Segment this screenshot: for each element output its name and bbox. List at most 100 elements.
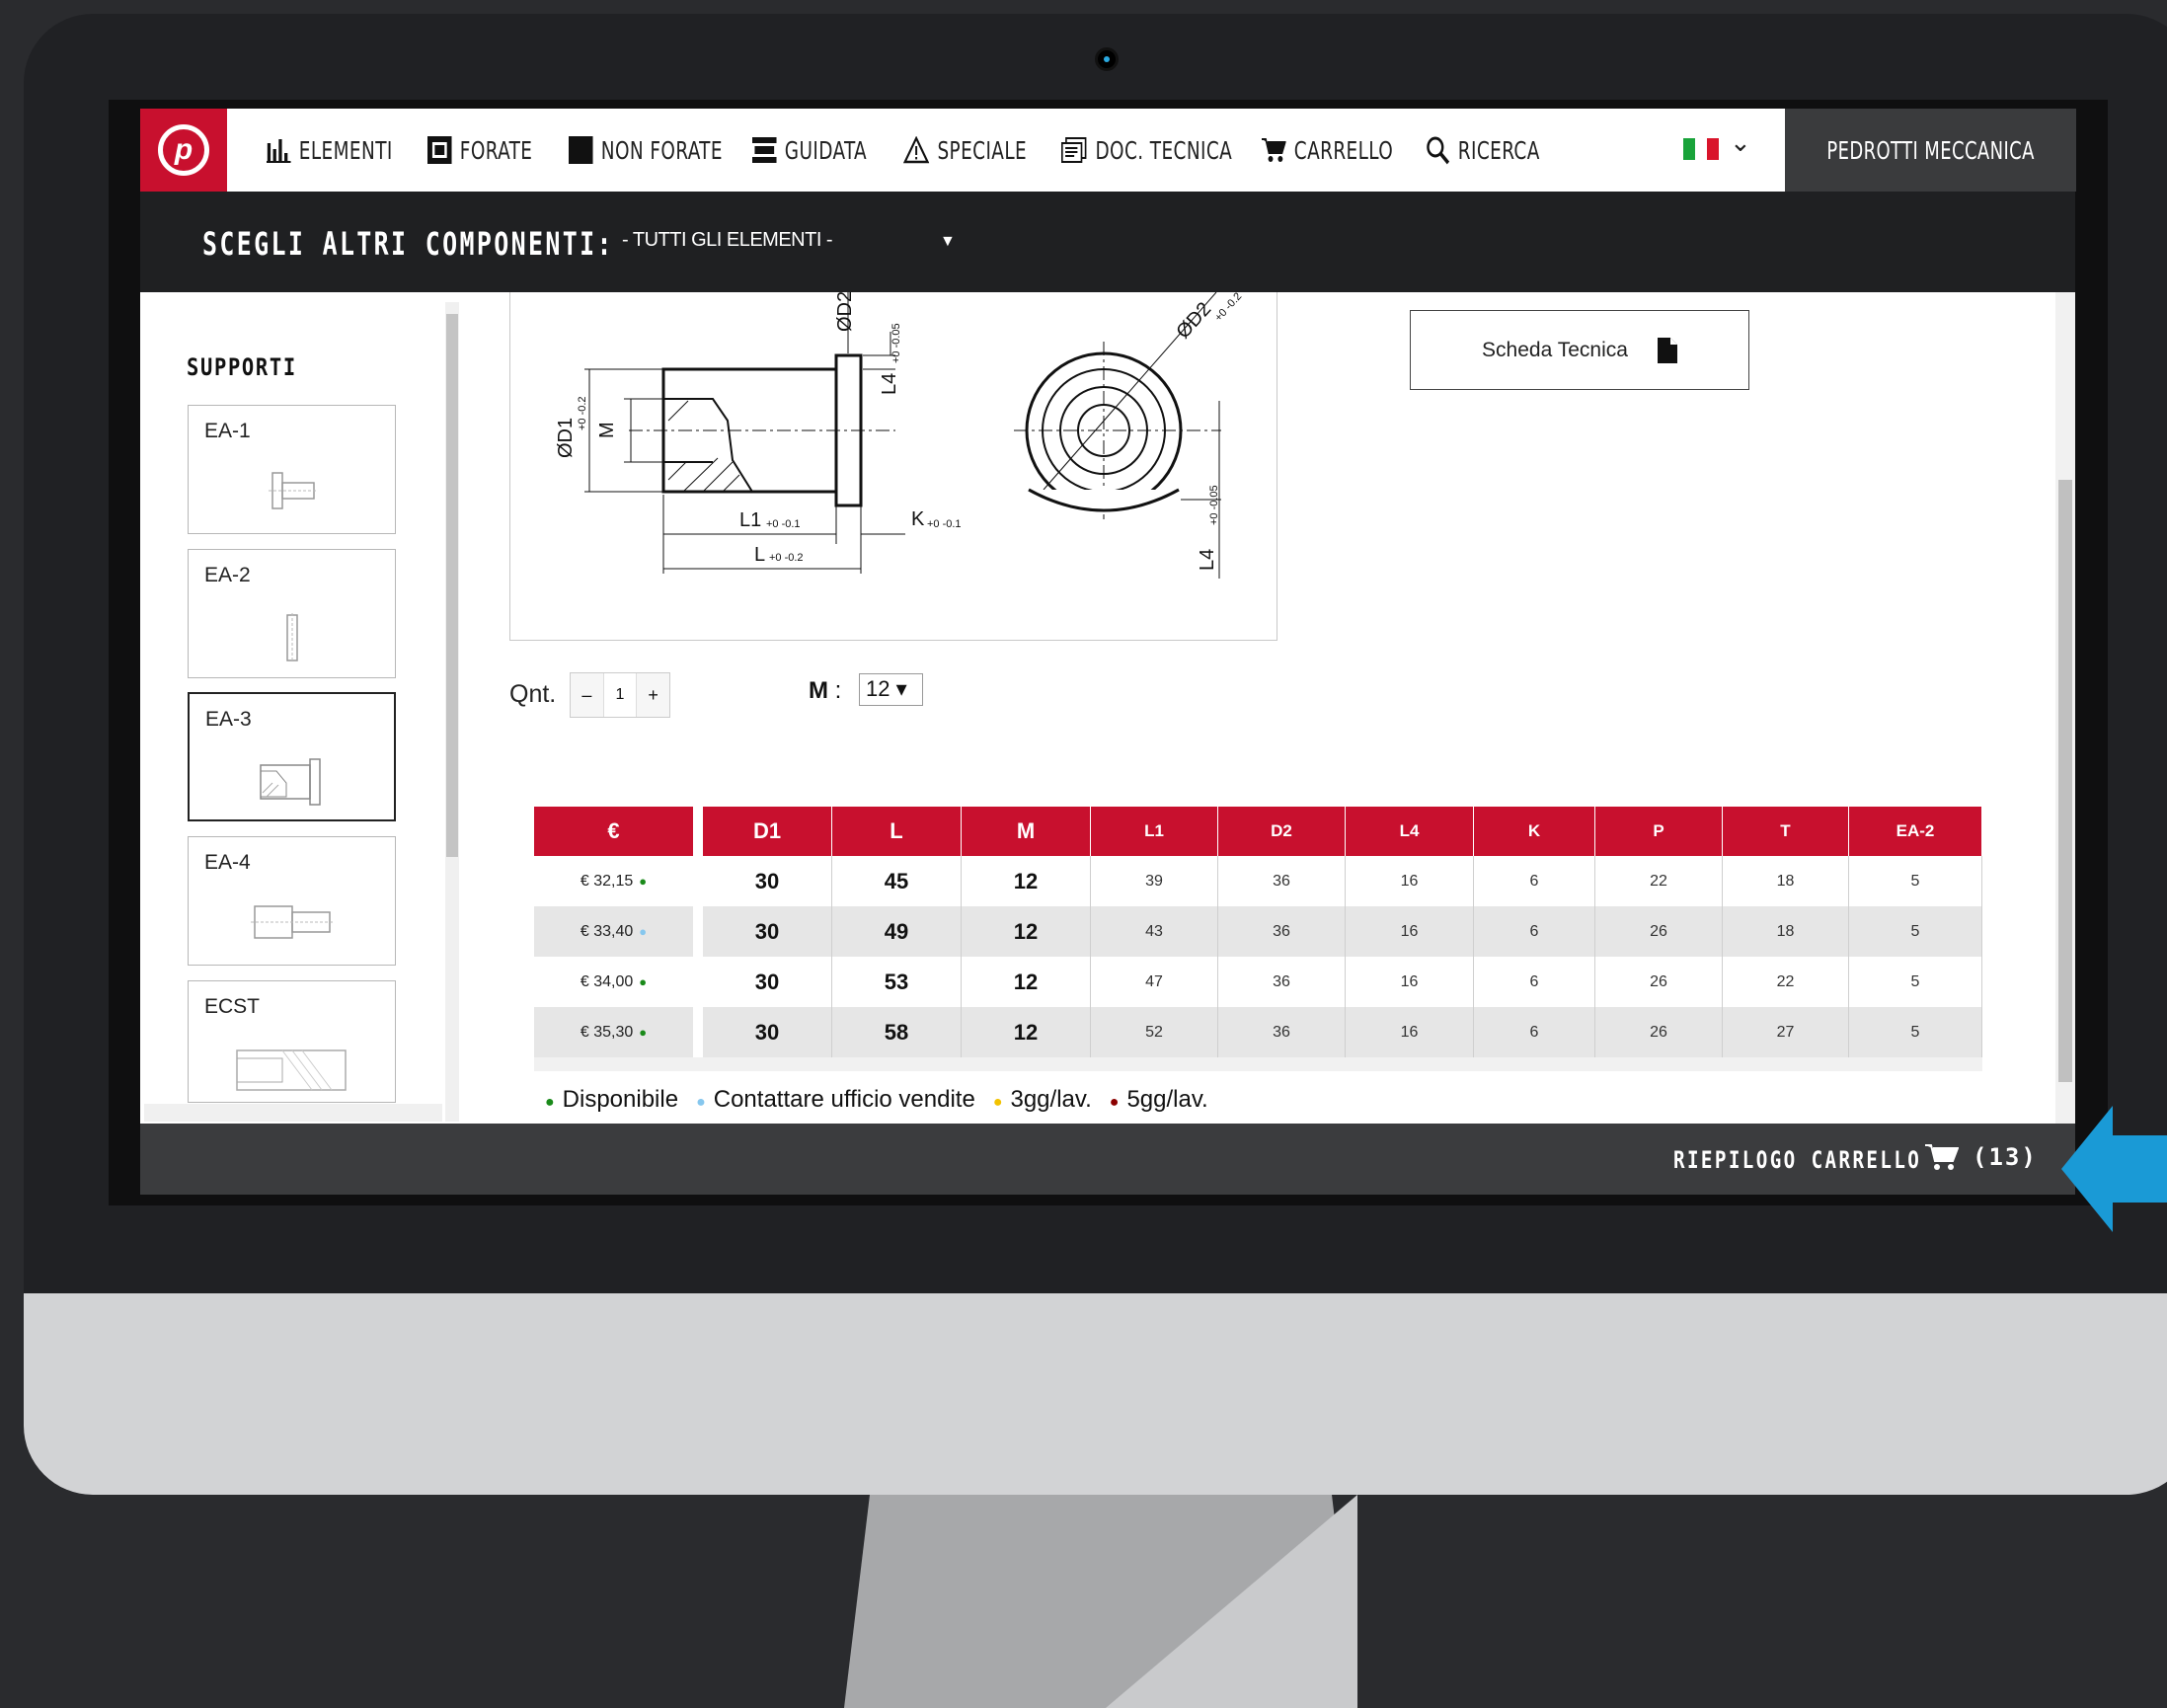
dim-d1: ØD1 xyxy=(555,418,577,458)
dropdown-arrow-icon[interactable]: ▼ xyxy=(940,233,956,251)
table-cell: 52 xyxy=(1091,1007,1218,1057)
technical-drawing: ØD2 ØD1 M L4 L1 K L ØD2 L4 +0 -0.2 +0 -0… xyxy=(509,292,1277,641)
dim-l4-side: L4 xyxy=(1197,549,1218,571)
monitor-chin xyxy=(24,1293,2167,1495)
sidebar-scrollbar[interactable] xyxy=(445,302,459,1122)
table-cell: 5 xyxy=(1849,856,1982,906)
nav-item-doc-tecnica[interactable]: DOC. TECNICA xyxy=(1061,109,1232,192)
qty-minus-button[interactable]: – xyxy=(571,673,603,717)
nav-item-forate[interactable]: FORATE xyxy=(427,109,532,192)
stack-icon xyxy=(752,137,777,163)
nav-item-elementi[interactable]: ELEMENTI xyxy=(267,109,393,192)
frame-icon xyxy=(427,136,452,164)
drawing-svg: ØD2 ØD1 M L4 L1 K L ØD2 L4 +0 -0.2 +0 -0… xyxy=(555,292,1244,579)
table-cell: 16 xyxy=(1346,1007,1474,1057)
logo[interactable]: p xyxy=(140,109,227,192)
table-cell: 12 xyxy=(962,957,1091,1007)
legend-item: ● Disponibile xyxy=(545,1086,678,1114)
table-cell: 6 xyxy=(1474,957,1595,1007)
nav-item-ricerca[interactable]: RICERCA xyxy=(1426,109,1540,192)
brand-button[interactable]: PEDROTTI MECCANICA xyxy=(1785,109,2076,192)
component-select[interactable]: - TUTTI GLI ELEMENTI - xyxy=(622,229,833,252)
qty-value[interactable]: 1 xyxy=(602,673,638,717)
cart-icon xyxy=(1925,1144,1959,1170)
table-cell: 12 xyxy=(962,1007,1091,1057)
price-cell[interactable]: € 35,30 ● xyxy=(534,1007,693,1057)
table-cell: 30 xyxy=(703,856,832,906)
price-cell[interactable]: € 34,00 ● xyxy=(534,957,693,1007)
price-value: € 35,30 xyxy=(580,1023,634,1041)
legend-dot-icon: ● xyxy=(992,1094,1003,1111)
sidebar-horizontal-scrollbar[interactable] xyxy=(144,1104,442,1122)
table-cell: 26 xyxy=(1595,906,1723,957)
table-header: P xyxy=(1595,807,1722,856)
ecst-thumbnail xyxy=(235,1049,347,1091)
nav-item-carrello[interactable]: CARRELLO xyxy=(1262,109,1393,192)
sidebar-title: SUPPORTI xyxy=(187,353,297,381)
price-cell[interactable]: € 33,40 ● xyxy=(534,906,693,957)
table-cell: 5 xyxy=(1849,957,1982,1007)
sidebar-item-label: EA-4 xyxy=(204,851,251,874)
nav-label: FORATE xyxy=(459,135,533,165)
table-cell: 6 xyxy=(1474,856,1595,906)
m-select[interactable]: 12 ▾ xyxy=(859,673,923,706)
sidebar-item-ea-1[interactable]: EA-1 xyxy=(188,405,396,534)
table-cell: 43 xyxy=(1091,906,1218,957)
availability-dot-icon: ● xyxy=(639,1025,648,1040)
table-cell: 22 xyxy=(1723,957,1849,1007)
callout-arrow-icon xyxy=(2061,1106,2167,1232)
table-header: L xyxy=(832,807,961,856)
table-cell: 36 xyxy=(1218,1007,1346,1057)
table-header: D2 xyxy=(1218,807,1345,856)
nav-label: DOC. TECNICA xyxy=(1095,135,1233,165)
nav-item-guidata[interactable]: GUIDATA xyxy=(752,109,867,192)
page-scrollbar[interactable] xyxy=(2055,292,2075,1124)
legend-label: 5gg/lav. xyxy=(1126,1086,1208,1113)
italian-flag-icon[interactable] xyxy=(1683,138,1719,160)
table-cell: 45 xyxy=(832,856,962,906)
nav-label: ELEMENTI xyxy=(298,135,393,165)
sidebar-item-ea-2[interactable]: EA-2 xyxy=(188,549,396,678)
legend-label: Disponibile xyxy=(562,1086,679,1113)
legend-item: ● 5gg/lav. xyxy=(1110,1086,1208,1114)
table-cell: 16 xyxy=(1346,856,1474,906)
cart-count[interactable]: (13) xyxy=(1925,1143,2038,1171)
table-cell: 49 xyxy=(832,906,962,957)
m-sep: : xyxy=(834,677,842,704)
nav-item-non-forate[interactable]: NON FORATE xyxy=(569,109,723,192)
price-value: € 33,40 xyxy=(580,922,634,940)
legend-dot-icon: ● xyxy=(545,1094,555,1111)
monitor-mockup: { "nav": { "items": [ {"label": "ELEMENT… xyxy=(0,0,2167,1708)
availability-dot-icon: ● xyxy=(639,924,648,939)
chooser-label: SCEGLI ALTRI COMPONENTI: xyxy=(202,225,614,263)
qty-plus-button[interactable]: + xyxy=(637,673,669,717)
table-cell: 26 xyxy=(1595,957,1723,1007)
sidebar-item-ea-3[interactable]: EA-3 xyxy=(188,692,396,821)
table-cell: 36 xyxy=(1218,906,1346,957)
cart-summary-link[interactable]: RIEPILOGO CARRELLO xyxy=(1673,1146,1921,1174)
table-header: L1 xyxy=(1091,807,1217,856)
page-scrollbar-thumb[interactable] xyxy=(2058,480,2072,1082)
scrollbar-thumb[interactable] xyxy=(446,314,458,857)
legend-label: Contattare ufficio vendite xyxy=(713,1086,975,1113)
sidebar-item-ecst[interactable]: ECST xyxy=(188,980,396,1103)
nav-label: NON FORATE xyxy=(600,135,723,165)
legend-dot-icon: ● xyxy=(696,1094,706,1111)
table-cell: 16 xyxy=(1346,957,1474,1007)
file-icon xyxy=(1657,337,1677,363)
ea-1-thumbnail xyxy=(268,472,318,509)
table-header: T xyxy=(1723,807,1848,856)
table-cell: 22 xyxy=(1595,856,1723,906)
table-cell: 36 xyxy=(1218,856,1346,906)
nav-item-speciale[interactable]: SPECIALE xyxy=(903,109,1027,192)
sidebar-item-label: EA-1 xyxy=(204,420,251,442)
table-cell: 30 xyxy=(703,1007,832,1057)
availability-legend: ● Disponibile ● Contattare ufficio vendite… xyxy=(545,1086,1208,1114)
sidebar-item-ea-4[interactable]: EA-4 xyxy=(188,836,396,966)
table-cell: 6 xyxy=(1474,906,1595,957)
price-cell[interactable]: € 32,15 ● xyxy=(534,856,693,906)
sidebar-item-label: EA-3 xyxy=(205,708,252,731)
chevron-down-icon[interactable]: ⌄ xyxy=(1730,128,1751,158)
scheda-tecnica-button[interactable]: Scheda Tecnica xyxy=(1410,310,1749,390)
nav-label: RICERCA xyxy=(1457,135,1540,165)
